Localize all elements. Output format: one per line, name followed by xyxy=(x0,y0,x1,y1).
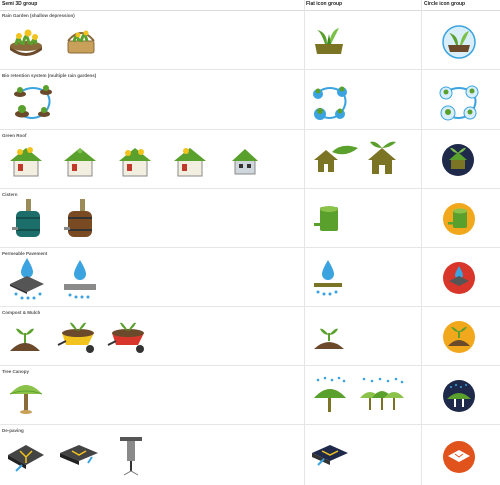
row-label: De-paving xyxy=(2,428,24,433)
row-bio-retention: Bio retention system (multiple rain gard… xyxy=(0,70,500,130)
row-rain-garden: Rain Garden (shallow depression) xyxy=(0,10,500,70)
rain-garden-planter-icon xyxy=(64,25,98,57)
tree-canopy-circle-icon xyxy=(442,379,476,413)
column-header-circle: Circle icon group xyxy=(424,1,466,7)
de-paving-slab-icon xyxy=(58,439,100,473)
green-roof-house-icon xyxy=(62,142,98,180)
bio-retention-flat-icon xyxy=(310,82,350,124)
permeable-pavement-circle-icon xyxy=(442,261,476,295)
rain-garden-circle-icon xyxy=(442,25,476,59)
green-roof-flat-house-icon xyxy=(312,142,360,178)
bio-retention-3d-icon xyxy=(10,82,56,124)
permeable-pavement-3d-icon xyxy=(62,258,98,300)
row-de-paving: De-paving xyxy=(0,425,500,485)
de-paving-circle-icon xyxy=(442,440,476,474)
wheelbarrow-icon xyxy=(56,321,102,355)
bio-retention-circle-icon xyxy=(438,82,480,124)
compost-flat-icon xyxy=(312,323,346,353)
de-paving-slab-icon xyxy=(6,437,46,477)
tree-umbrella-3d-icon xyxy=(8,378,44,416)
row-label: Compost & Mulch xyxy=(2,310,41,315)
rain-garden-flat-icon xyxy=(313,26,345,56)
row-tree-canopy: Tree Canopy xyxy=(0,366,500,425)
cistern-wood-barrel-icon xyxy=(64,199,94,239)
green-roof-circle-icon xyxy=(441,143,475,177)
row-label: Cistern xyxy=(2,192,18,197)
row-label: Rain Garden (shallow depression) xyxy=(2,13,75,18)
green-roof-house-icon xyxy=(172,142,208,180)
jackhammer-icon xyxy=(118,435,144,479)
rain-garden-3d-icon xyxy=(8,26,44,58)
tree-canopy-flat-icon xyxy=(358,376,406,416)
compost-circle-icon xyxy=(442,320,476,354)
wheelbarrow-red-icon xyxy=(106,321,152,355)
permeable-pavement-3d-icon xyxy=(8,256,46,302)
row-permeable-pavement: Permeable Pavement xyxy=(0,248,500,307)
column-header-flat: Flat icon group xyxy=(306,1,343,7)
row-label: Tree Canopy xyxy=(2,369,30,374)
compost-mound-icon xyxy=(8,321,42,355)
green-roof-house-icon xyxy=(8,142,44,180)
green-roof-flat-house-icon xyxy=(364,140,400,178)
permeable-pavement-flat-icon xyxy=(312,258,344,298)
row-green-roof: Green Roof xyxy=(0,130,500,189)
green-roof-house-icon xyxy=(117,142,153,180)
cistern-flat-icon xyxy=(314,205,342,235)
row-cistern: Cistern xyxy=(0,189,500,248)
cistern-circle-icon xyxy=(442,202,476,236)
column-header-semi3d: Semi 3D group xyxy=(2,1,38,7)
row-label: Bio retention system (multiple rain gard… xyxy=(2,73,97,78)
row-compost-mulch: Compost & Mulch xyxy=(0,307,500,366)
green-roof-house-icon xyxy=(230,144,260,178)
tree-umbrella-rain-flat-icon xyxy=(312,376,348,416)
row-label: Green Roof xyxy=(2,133,27,138)
cistern-barrel-icon xyxy=(12,199,42,239)
de-paving-flat-icon xyxy=(310,439,350,473)
